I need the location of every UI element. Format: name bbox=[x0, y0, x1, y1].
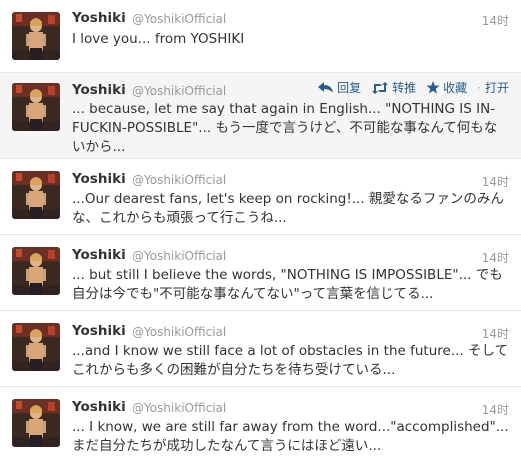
star-icon bbox=[426, 81, 440, 94]
tweet-text: ... I know, we are still far away from t… bbox=[72, 419, 509, 454]
author-name[interactable]: Yoshiki bbox=[72, 10, 126, 26]
author-name[interactable]: Yoshiki bbox=[72, 247, 126, 263]
reply-button[interactable]: 回复 bbox=[318, 79, 361, 96]
retweet-label: 转推 bbox=[392, 81, 417, 95]
tweet-item[interactable]: Yoshiki @YoshikiOfficial 14时 ... but sti… bbox=[0, 235, 521, 311]
author-handle[interactable]: @YoshikiOfficial bbox=[132, 249, 226, 263]
separator-dot: · bbox=[477, 80, 481, 95]
tweet-text: ... but still I believe the words, "NOTH… bbox=[72, 267, 503, 302]
author-handle[interactable]: @YoshikiOfficial bbox=[132, 325, 226, 339]
favorite-button[interactable]: 收藏 bbox=[426, 79, 467, 96]
tweet-time[interactable]: 14时 bbox=[482, 249, 509, 266]
tweet-item[interactable]: Yoshiki @YoshikiOfficial 14时 ... I know,… bbox=[0, 387, 521, 466]
avatar[interactable] bbox=[12, 83, 60, 131]
tweet-item[interactable]: Yoshiki @YoshikiOfficial 14时 ...Our dear… bbox=[0, 159, 521, 235]
tweet-text: ...Our dearest fans, let's keep on rocki… bbox=[72, 191, 504, 226]
tweet-actions: 回复 转推 收藏 · 打开 bbox=[308, 79, 509, 96]
author-name[interactable]: Yoshiki bbox=[72, 82, 126, 98]
tweet-text: ... because, let me say that again in En… bbox=[72, 101, 498, 155]
favorite-label: 收藏 bbox=[443, 81, 468, 95]
author-handle[interactable]: @YoshikiOfficial bbox=[132, 84, 226, 98]
author-name[interactable]: Yoshiki bbox=[72, 323, 126, 339]
author-handle[interactable]: @YoshikiOfficial bbox=[132, 173, 226, 187]
author-name[interactable]: Yoshiki bbox=[72, 171, 126, 187]
tweet-time[interactable]: 14时 bbox=[482, 401, 509, 418]
tweet-item[interactable]: Yoshiki @YoshikiOfficial 14时 ...and I kn… bbox=[0, 311, 521, 387]
open-button[interactable]: 打开 bbox=[485, 79, 509, 96]
author-handle[interactable]: @YoshikiOfficial bbox=[132, 12, 226, 26]
avatar[interactable] bbox=[12, 247, 60, 295]
reply-icon bbox=[318, 81, 334, 93]
retweet-button[interactable]: 转推 bbox=[371, 79, 416, 96]
reply-label: 回复 bbox=[337, 81, 362, 95]
tweet-text: ...and I know we still face a lot of obs… bbox=[72, 343, 509, 378]
author-name[interactable]: Yoshiki bbox=[72, 399, 126, 415]
author-handle[interactable]: @YoshikiOfficial bbox=[132, 401, 226, 415]
tweet-time[interactable]: 14时 bbox=[482, 12, 509, 29]
open-label: 打开 bbox=[484, 81, 509, 95]
tweet-item[interactable]: Yoshiki @YoshikiOfficial 14时 I love you.… bbox=[0, 0, 521, 73]
avatar[interactable] bbox=[12, 171, 60, 219]
avatar[interactable] bbox=[12, 12, 60, 60]
tweet-text: I love you... from YOSHIKI bbox=[72, 31, 245, 47]
avatar[interactable] bbox=[12, 323, 60, 371]
retweet-icon bbox=[372, 81, 389, 94]
tweet-time[interactable]: 14时 bbox=[482, 325, 509, 342]
tweet-item[interactable]: Yoshiki @YoshikiOfficial 回复 转推 收藏 · 打开 .… bbox=[0, 73, 521, 159]
tweet-time[interactable]: 14时 bbox=[482, 173, 509, 190]
avatar[interactable] bbox=[12, 399, 60, 447]
